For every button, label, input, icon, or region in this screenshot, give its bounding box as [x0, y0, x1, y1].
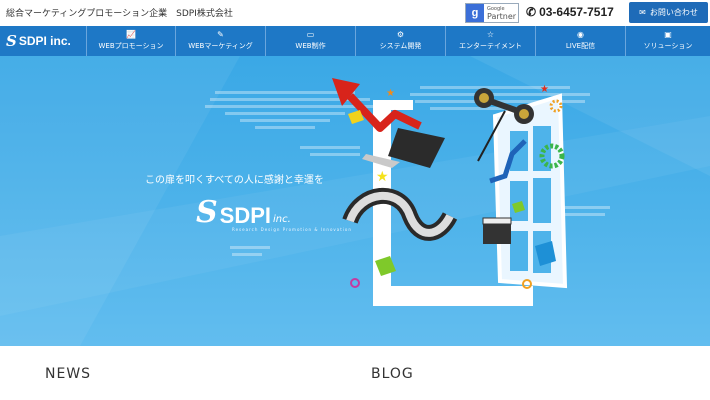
orange-star-icon: ★ — [386, 88, 395, 99]
gears-icon: ⚙ — [396, 30, 405, 39]
google-g-icon: g — [466, 4, 484, 22]
nav-label: エンターテイメント — [459, 42, 522, 50]
monitor-icon: ▭ — [306, 30, 315, 39]
hero-logo-subline: Research Design Promotion & Innovation — [232, 227, 352, 232]
company-tagline: 総合マーケティングプロモーション企業 SDPI株式会社 — [6, 9, 233, 19]
nav-label: システム開発 — [379, 42, 422, 50]
yellow-star-icon: ★ — [376, 169, 389, 185]
nav-label: ソリューション — [643, 42, 693, 50]
purple-gear-icon — [350, 278, 360, 288]
hero-slogan: この扉を叩くすべての人に感謝と幸運を — [145, 175, 324, 186]
nav-item-web-marketing[interactable]: ✎ WEBマーケティング — [175, 26, 265, 56]
news-title: NEWS — [45, 366, 92, 382]
blog-section: BLOG — [355, 346, 710, 400]
chart-icon: 📈 — [126, 30, 136, 39]
phone-icon: ✆ — [526, 5, 537, 19]
briefcase-icon: ▣ — [664, 30, 672, 39]
hero-logo-mark-icon: S — [196, 195, 218, 230]
hero-banner: ★ ★ ★ この扉を叩くすべての人に感謝と幸運を S SDPI inc. Res… — [0, 56, 710, 346]
pencil-icon: ✎ — [217, 30, 224, 39]
blog-title: BLOG — [371, 366, 414, 382]
nav-item-solution[interactable]: ▣ ソリューション — [625, 26, 710, 56]
site-logo[interactable]: S SDPI inc. — [0, 26, 86, 56]
phone-text: 03-6457-7517 — [539, 5, 614, 19]
hero-logo-suffix: inc. — [273, 214, 291, 225]
partner-big-text: Partner — [487, 12, 517, 21]
nav-label: WEBマーケティング — [188, 42, 253, 50]
news-section: NEWS — [0, 346, 355, 400]
contact-button[interactable]: ✉ お問い合わせ — [629, 2, 708, 23]
nav-item-web-production[interactable]: ▭ WEB制作 — [265, 26, 355, 56]
clapperboard-icon — [482, 217, 512, 244]
nav-label: LIVE配信 — [565, 42, 596, 50]
nav-item-system-development[interactable]: ⚙ システム開発 — [355, 26, 445, 56]
nav-label: WEB制作 — [295, 42, 326, 50]
hero-logo: S SDPI inc. — [196, 198, 291, 228]
nav-item-web-promotion[interactable]: 📈 WEBプロモーション — [86, 26, 175, 56]
star-icon: ☆ — [486, 30, 495, 39]
hero-illustration: ★ ★ ★ — [0, 56, 710, 346]
red-star-icon: ★ — [540, 84, 549, 95]
contact-label: お問い合わせ — [649, 8, 698, 17]
phone-number[interactable]: ✆ 03-6457-7517 — [526, 5, 614, 19]
nav-label: WEBプロモーション — [98, 42, 164, 50]
top-bar: 総合マーケティングプロモーション企業 SDPI株式会社 g Google Par… — [0, 0, 710, 26]
nav-item-live-streaming[interactable]: ◉ LIVE配信 — [535, 26, 625, 56]
google-partner-badge[interactable]: g Google Partner — [465, 3, 519, 23]
mail-icon: ✉ — [639, 8, 646, 17]
camera-icon: ◉ — [577, 30, 584, 39]
logo-mark-icon: S — [6, 32, 17, 50]
logo-text: SDPI inc. — [18, 34, 71, 48]
hero-logo-text: SDPI — [219, 203, 272, 228]
nav-item-entertainment[interactable]: ☆ エンターテイメント — [445, 26, 535, 56]
main-navigation: S SDPI inc. 📈 WEBプロモーション ✎ WEBマーケティング ▭ … — [0, 26, 710, 56]
